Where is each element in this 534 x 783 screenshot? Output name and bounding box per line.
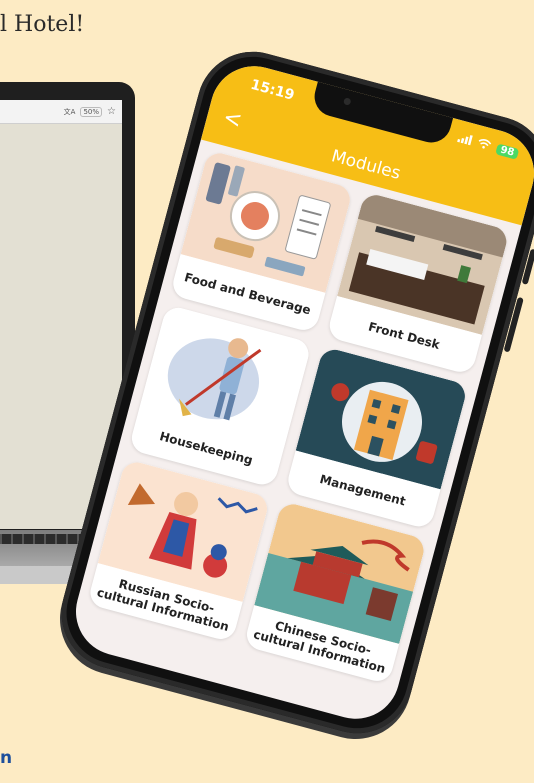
- bookmark-star-icon[interactable]: ☆: [107, 106, 116, 117]
- zoom-level: 50%: [80, 106, 103, 117]
- page-footer-text: n: [0, 748, 13, 768]
- wifi-icon: [476, 137, 493, 153]
- phone-notch: [310, 79, 454, 147]
- phone-side-button: [503, 296, 524, 353]
- translate-icon[interactable]: 文A: [64, 107, 76, 117]
- signal-icon: [456, 132, 473, 148]
- module-card-housekeeping[interactable]: Housekeeping: [128, 304, 313, 489]
- module-card-food-and-beverage[interactable]: Food and Beverage: [169, 149, 354, 334]
- module-card-russian-socio-cultural-information[interactable]: Russian Socio-cultural Information: [86, 458, 271, 643]
- status-time: 15:19: [248, 76, 297, 104]
- status-icons: 98: [456, 132, 520, 161]
- page-heading: l Hotel!: [0, 12, 85, 37]
- battery-indicator: 98: [495, 143, 520, 160]
- phone-side-button: [521, 248, 534, 285]
- browser-toolbar: 文A 50% ☆: [0, 100, 122, 124]
- module-card-chinese-socio-cultural-information[interactable]: Chinese Socio-cultural Information: [243, 500, 428, 685]
- module-card-front-desk[interactable]: Front Desk: [326, 191, 510, 376]
- module-card-management[interactable]: Management: [284, 346, 469, 530]
- camera-icon: [342, 97, 352, 106]
